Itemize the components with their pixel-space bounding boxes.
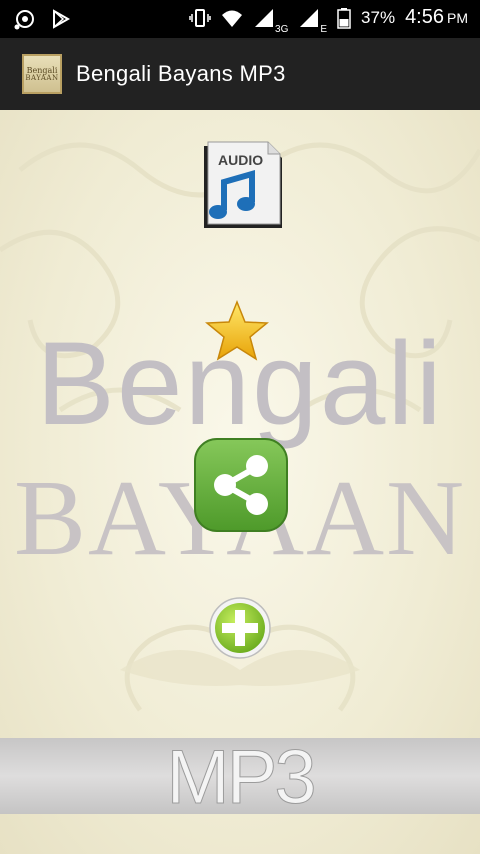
audio-label: AUDIO (218, 152, 263, 168)
share-icon (194, 438, 288, 532)
app-bar: Bengali BAYAAN Bengali Bayans MP3 (0, 38, 480, 110)
clock-time: 4:56 (405, 6, 444, 28)
main-content: Bengali BAYAAN MP3 AUDIO (0, 110, 480, 854)
podcast-notification-icon (14, 10, 34, 30)
app-logo: Bengali BAYAAN (22, 54, 62, 94)
cell-signal-2-icon (300, 8, 319, 27)
battery-percent: 37% (361, 7, 396, 27)
status-bar: 3G E 37% 4:56 PM (0, 0, 480, 38)
cell-signal-icon (255, 8, 274, 27)
add-button[interactable] (208, 596, 272, 660)
audio-button[interactable]: AUDIO (190, 140, 286, 234)
share-button[interactable] (193, 437, 289, 533)
audio-file-icon: AUDIO (204, 141, 282, 228)
wifi-icon (222, 10, 243, 27)
app-logo-line2: BAYAAN (25, 73, 59, 82)
favorite-button[interactable] (204, 298, 270, 364)
play-store-icon (53, 9, 71, 29)
star-icon (205, 299, 269, 361)
app-title: Bengali Bayans MP3 (76, 61, 286, 86)
clock-suffix: PM (447, 10, 468, 26)
plus-circle-icon (209, 597, 271, 659)
network-type-label: 3G (275, 23, 289, 35)
battery-icon (337, 7, 351, 29)
clock: 4:56 PM (405, 6, 468, 29)
network-type-2-label: E (320, 23, 328, 35)
mp3-banner-text: MP3 (166, 735, 317, 820)
vibrate-icon (189, 8, 211, 27)
